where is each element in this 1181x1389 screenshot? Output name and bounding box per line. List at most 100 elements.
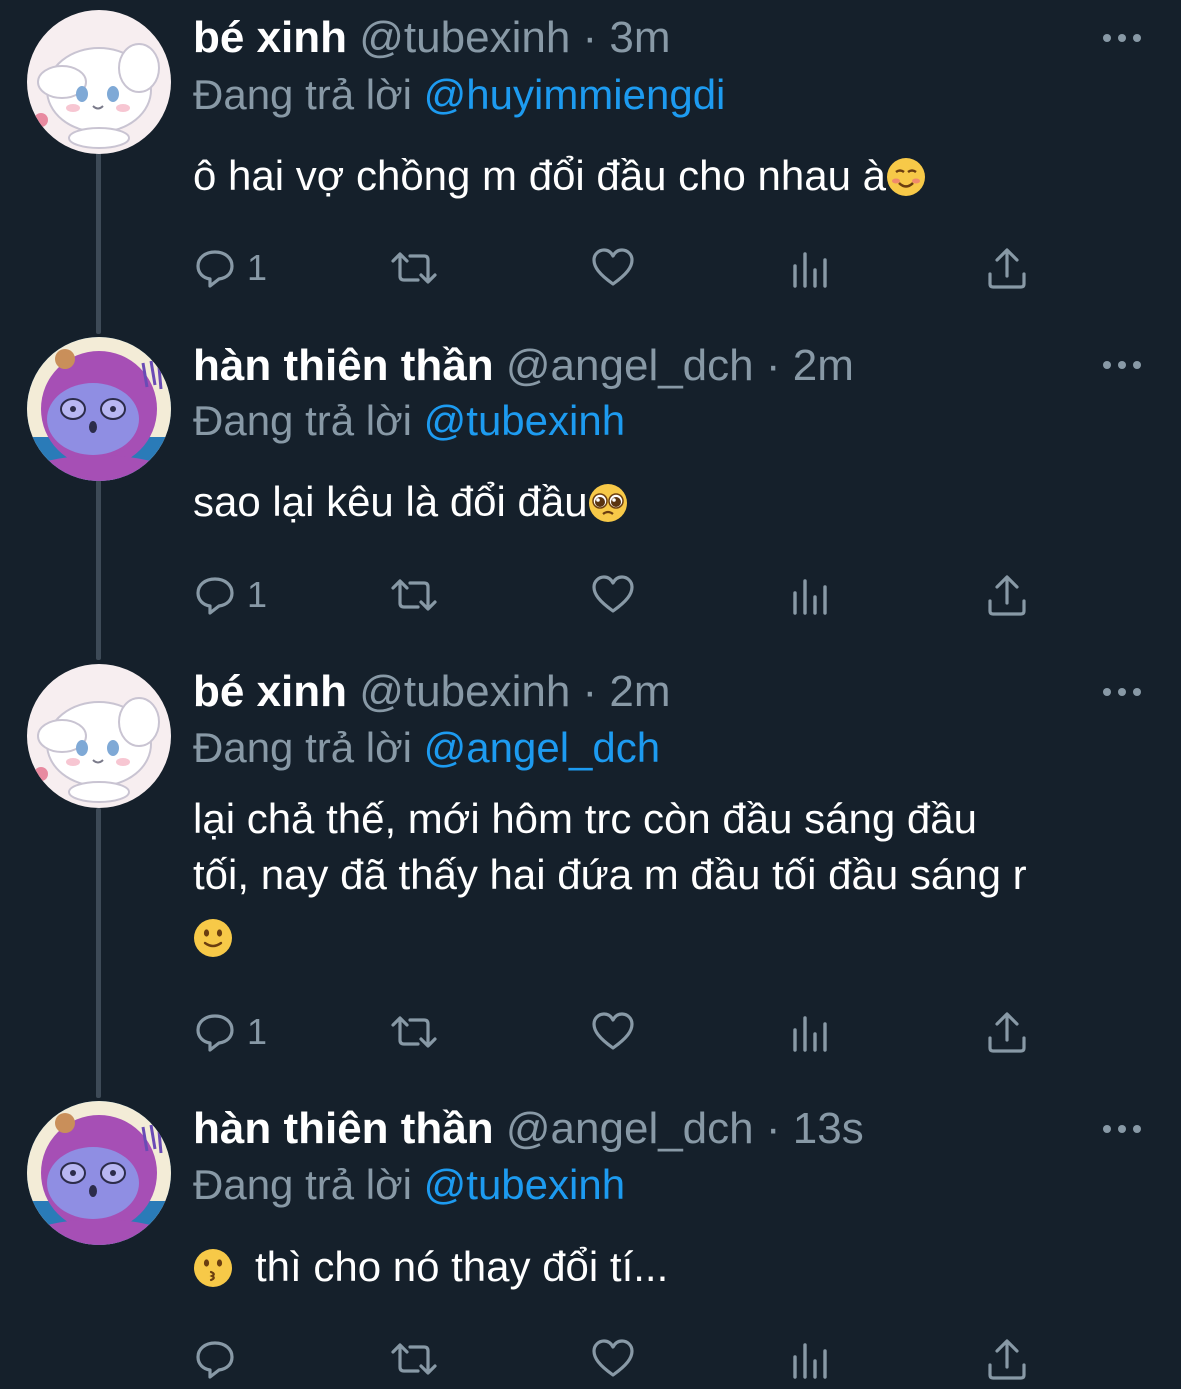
retweet-icon bbox=[391, 1343, 437, 1375]
tweet-actions bbox=[193, 1334, 1093, 1384]
reply-icon bbox=[196, 577, 234, 615]
retweet-button[interactable] bbox=[390, 570, 438, 620]
tweet[interactable]: bé xinh @tubexinh · 2m Đang trả lời @ang… bbox=[0, 654, 1181, 1094]
slightly-smiling-face-emoji bbox=[194, 919, 232, 957]
share-icon bbox=[988, 575, 1026, 616]
avatar[interactable] bbox=[27, 1101, 171, 1245]
retweet-button[interactable] bbox=[390, 243, 438, 293]
retweet-icon bbox=[391, 252, 437, 284]
mention-link[interactable]: @angel_dch bbox=[424, 724, 660, 771]
views-button[interactable] bbox=[790, 243, 830, 293]
pleading-face-emoji bbox=[588, 484, 627, 522]
views-icon bbox=[793, 579, 827, 615]
tweet-text-content: thì cho nó thay đổi tí... bbox=[255, 1243, 669, 1290]
like-button[interactable] bbox=[591, 1007, 635, 1057]
more-icon[interactable] bbox=[1103, 688, 1143, 698]
retweet-icon bbox=[391, 1016, 437, 1048]
tweet-text: thì cho nó thay đổi tí... bbox=[193, 1239, 1153, 1295]
like-button[interactable] bbox=[591, 1334, 635, 1384]
share-icon bbox=[988, 1012, 1026, 1053]
tweet[interactable]: hàn thiên thần @angel_dch · 13s Đang trả… bbox=[0, 1091, 1181, 1389]
timestamp[interactable]: 3m bbox=[609, 13, 670, 62]
reply-button[interactable]: 1 bbox=[193, 1007, 267, 1057]
more-icon[interactable] bbox=[1103, 34, 1143, 44]
timestamp[interactable]: 2m bbox=[609, 667, 670, 716]
avatar[interactable] bbox=[27, 10, 171, 154]
share-button[interactable] bbox=[986, 243, 1028, 293]
tweet-text-line: lại chả thế, mới hôm trc còn đầu sáng đầ… bbox=[193, 795, 977, 842]
heart-icon bbox=[592, 575, 634, 613]
tweet-text-line: tối, nay đã thấy hai đứa m đầu tối đầu s… bbox=[193, 851, 1027, 898]
tweet-text-content: ô hai vợ chồng m đổi đầu cho nhau à bbox=[193, 152, 887, 199]
reply-count: 1 bbox=[247, 1011, 268, 1052]
mention-link[interactable]: @tubexinh bbox=[424, 1161, 625, 1208]
replying-to-label: Đang trả lời bbox=[193, 1161, 412, 1208]
tweet[interactable]: bé xinh @tubexinh · 3m Đang trả lời @huy… bbox=[0, 0, 1181, 330]
tweet-header: hàn thiên thần @angel_dch · 13s bbox=[193, 1104, 864, 1154]
replying-to-label: Đang trả lời bbox=[193, 71, 412, 118]
display-name[interactable]: hàn thiên thần bbox=[193, 1104, 494, 1153]
reply-icon bbox=[196, 1014, 234, 1052]
views-button[interactable] bbox=[790, 570, 830, 620]
retweet-icon bbox=[391, 579, 437, 611]
avatar[interactable] bbox=[27, 337, 171, 481]
display-name[interactable]: hàn thiên thần bbox=[193, 341, 494, 390]
replying-to: Đang trả lời @angel_dch bbox=[193, 723, 660, 773]
reply-button[interactable]: 1 bbox=[193, 570, 267, 620]
reply-button[interactable]: 1 bbox=[193, 243, 267, 293]
separator-dot: · bbox=[582, 667, 598, 716]
replying-to-label: Đang trả lời bbox=[193, 724, 412, 771]
timestamp[interactable]: 2m bbox=[793, 341, 854, 390]
views-icon bbox=[793, 1016, 827, 1052]
retweet-button[interactable] bbox=[390, 1334, 438, 1384]
tweet-text-content: sao lại kêu là đổi đầu bbox=[193, 478, 588, 525]
retweet-button[interactable] bbox=[390, 1007, 438, 1057]
heart-icon bbox=[592, 1339, 634, 1377]
timestamp[interactable]: 13s bbox=[793, 1104, 864, 1153]
smiling-face-emoji bbox=[887, 158, 926, 196]
user-handle[interactable]: @tubexinh bbox=[359, 667, 570, 716]
separator-dot: · bbox=[765, 1104, 781, 1153]
tweet-actions: 1 bbox=[193, 1007, 1093, 1057]
user-handle[interactable]: @angel_dch bbox=[506, 1104, 754, 1153]
tweet-header: bé xinh @tubexinh · 2m bbox=[193, 667, 671, 717]
views-button[interactable] bbox=[790, 1334, 830, 1384]
replying-to-label: Đang trả lời bbox=[193, 397, 412, 444]
share-button[interactable] bbox=[986, 570, 1028, 620]
tweet-text: ô hai vợ chồng m đổi đầu cho nhau à bbox=[193, 148, 1153, 204]
tweet[interactable]: hàn thiên thần @angel_dch · 2m Đang trả … bbox=[0, 327, 1181, 657]
reply-icon bbox=[196, 250, 234, 288]
more-icon[interactable] bbox=[1103, 1125, 1143, 1135]
views-icon bbox=[793, 1343, 827, 1379]
separator-dot: · bbox=[765, 341, 781, 390]
separator-dot: · bbox=[582, 13, 598, 62]
tweet-text: sao lại kêu là đổi đầu bbox=[193, 474, 1153, 530]
reply-count: 1 bbox=[247, 247, 268, 288]
mention-link[interactable]: @tubexinh bbox=[424, 397, 625, 444]
avatar[interactable] bbox=[27, 664, 171, 808]
share-icon bbox=[988, 1339, 1026, 1380]
tweet-actions: 1 bbox=[193, 570, 1093, 620]
reply-button[interactable] bbox=[193, 1334, 247, 1384]
more-icon[interactable] bbox=[1103, 361, 1143, 371]
share-icon bbox=[988, 248, 1026, 289]
views-button[interactable] bbox=[790, 1007, 830, 1057]
tweet-header: bé xinh @tubexinh · 3m bbox=[193, 13, 671, 63]
like-button[interactable] bbox=[591, 243, 635, 293]
kissing-face-emoji bbox=[194, 1249, 232, 1287]
tweet-actions: 1 bbox=[193, 243, 1093, 293]
user-handle[interactable]: @angel_dch bbox=[506, 341, 754, 390]
display-name[interactable]: bé xinh bbox=[193, 667, 347, 716]
like-button[interactable] bbox=[591, 570, 635, 620]
mention-link[interactable]: @huyimmiengdi bbox=[424, 71, 726, 118]
heart-icon bbox=[592, 248, 634, 286]
views-icon bbox=[793, 252, 827, 288]
user-handle[interactable]: @tubexinh bbox=[359, 13, 570, 62]
display-name[interactable]: bé xinh bbox=[193, 13, 347, 62]
share-button[interactable] bbox=[986, 1007, 1028, 1057]
share-button[interactable] bbox=[986, 1334, 1028, 1384]
reply-count: 1 bbox=[247, 574, 268, 615]
tweet-header: hàn thiên thần @angel_dch · 2m bbox=[193, 341, 854, 391]
heart-icon bbox=[592, 1012, 634, 1050]
reply-icon bbox=[196, 1341, 234, 1379]
